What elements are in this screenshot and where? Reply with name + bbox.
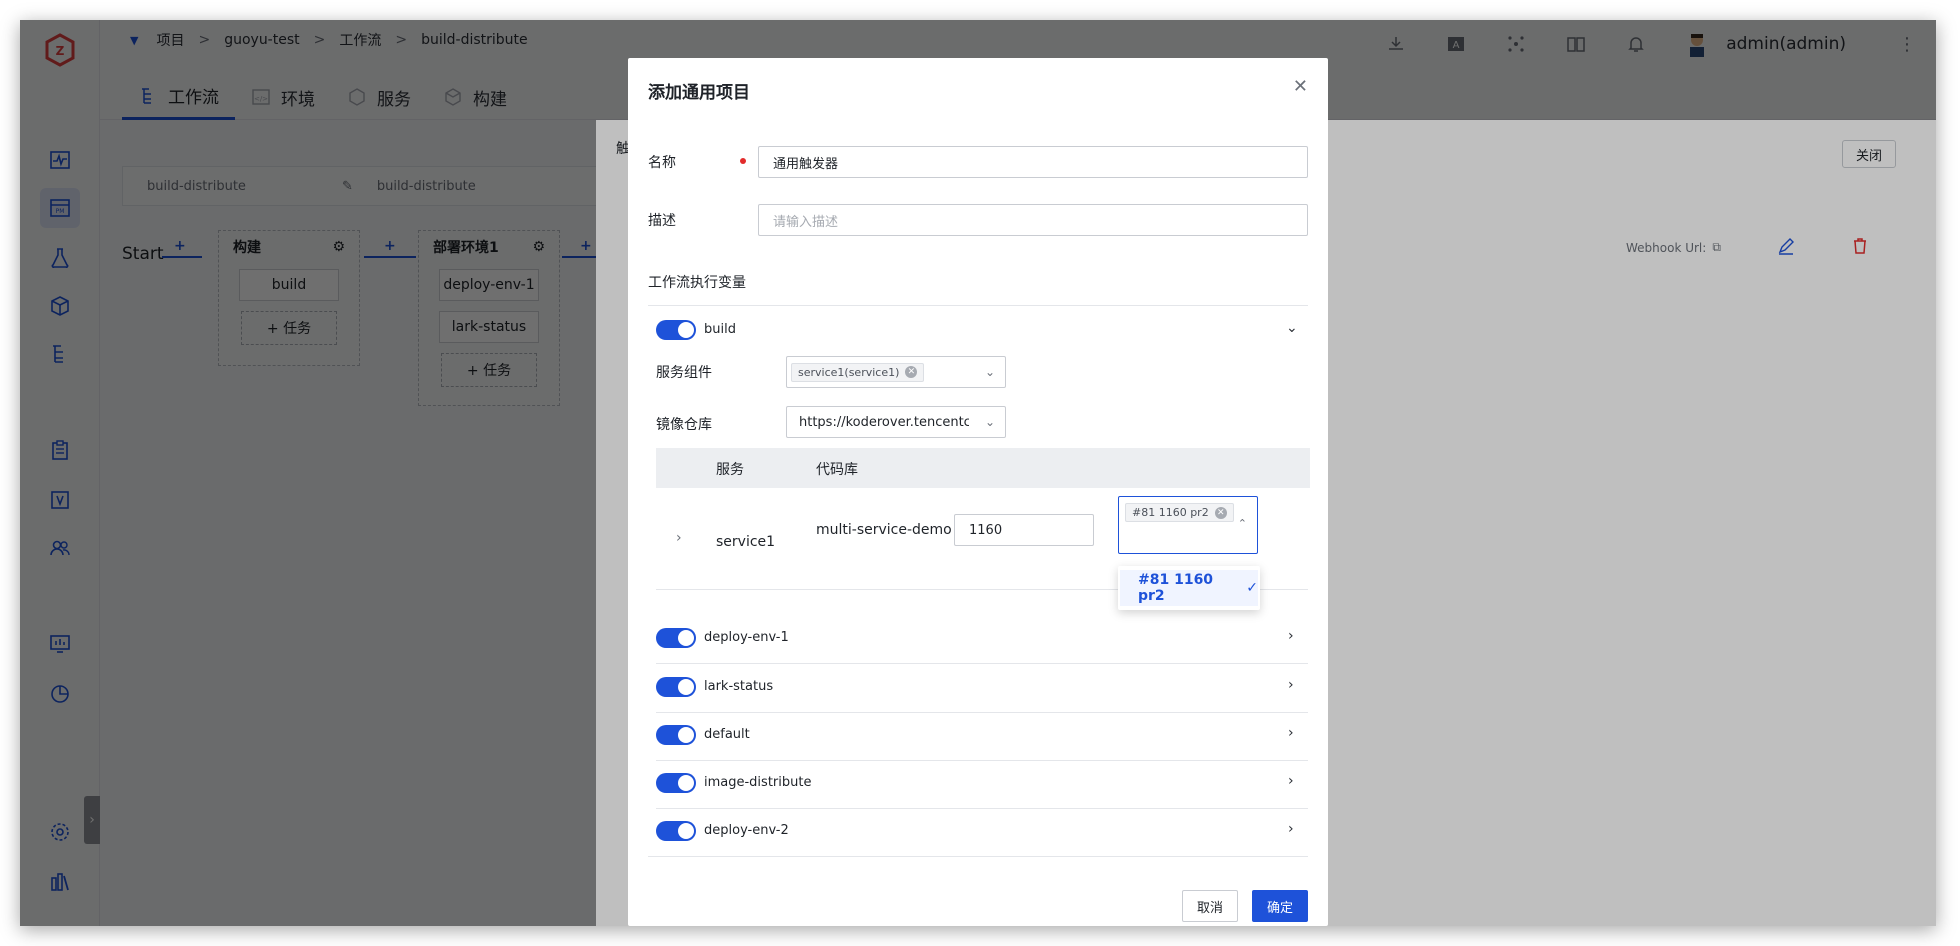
toggle-lark-status[interactable] [656,677,696,697]
chevron-down-icon: ⌄ [984,415,995,429]
row-repo: multi-service-demo [816,522,952,538]
job-name-deploy-env-1: deploy-env-1 [704,630,789,645]
divider [656,760,1308,761]
name-input[interactable]: 通用触发器 [758,146,1308,178]
component-select[interactable]: service1(service1) ✕ ⌄ [786,356,1006,388]
pr-dropdown: #81 1160 pr2 ✓ [1118,566,1260,610]
chevron-right-icon[interactable]: › [1288,821,1294,837]
description-input[interactable]: 请输入描述 [758,204,1308,236]
chevron-down-icon: ⌄ [984,365,995,379]
job-name-deploy-env-2: deploy-env-2 [704,823,789,838]
confirm-button[interactable]: 确定 [1252,890,1308,922]
job-name-image-distribute: image-distribute [704,775,812,790]
divider [648,856,1308,857]
dialog-title: 添加通用项目 [648,83,750,103]
pr-chip: #81 1160 pr2 ✕ [1125,503,1234,522]
row-expand-icon[interactable]: › [676,530,682,546]
branch-input[interactable]: 1160 [954,514,1094,546]
job-name-default: default [704,727,750,742]
component-chip: service1(service1) ✕ [791,362,925,382]
chevron-down-icon[interactable]: ⌄ [1286,320,1298,336]
job-name-lark-status: lark-status [704,679,774,694]
chip-remove-icon[interactable]: ✕ [905,366,918,378]
registry-select[interactable]: https://koderover.tencentc ⌄ [786,406,1006,438]
toggle-deploy-env-1[interactable] [656,628,696,648]
chevron-right-icon[interactable]: › [1288,677,1294,693]
toggle-build[interactable] [656,320,696,340]
check-icon: ✓ [1246,580,1258,596]
divider [656,663,1308,664]
divider [656,712,1308,713]
pr-option[interactable]: #81 1160 pr2 ✓ [1120,570,1258,606]
close-icon[interactable]: ✕ [1293,76,1308,97]
chevron-up-icon: ⌃ [1237,517,1247,530]
registry-label: 镜像仓库 [656,417,712,433]
pr-select[interactable]: #81 1160 pr2 ✕ ⌃ [1118,496,1258,554]
toggle-deploy-env-2[interactable] [656,821,696,841]
chevron-right-icon[interactable]: › [1288,628,1294,644]
cancel-button[interactable]: 取消 [1182,890,1238,922]
job-name-build: build [704,322,736,337]
chip-remove-icon[interactable]: ✕ [1214,506,1227,519]
workflow-vars-title: 工作流执行变量 [648,275,746,291]
row-service: service1 [716,534,776,550]
chevron-right-icon[interactable]: › [1288,725,1294,741]
required-dot [740,158,746,164]
name-label: 名称 [648,155,676,171]
toggle-default[interactable] [656,725,696,745]
divider [656,808,1308,809]
component-label: 服务组件 [656,365,712,381]
repo-table-header: 服务 代码库 [656,448,1310,488]
chevron-right-icon[interactable]: › [1288,773,1294,789]
add-common-item-dialog: 添加通用项目 ✕ 名称 通用触发器 描述 请输入描述 工作流执行变量 build… [628,58,1328,926]
divider [648,305,1308,306]
toggle-image-distribute[interactable] [656,773,696,793]
description-label: 描述 [648,213,676,229]
app-window: Z PM › ▼ 项目 > guoyu-test > 工作流 > build-d… [20,20,1936,926]
